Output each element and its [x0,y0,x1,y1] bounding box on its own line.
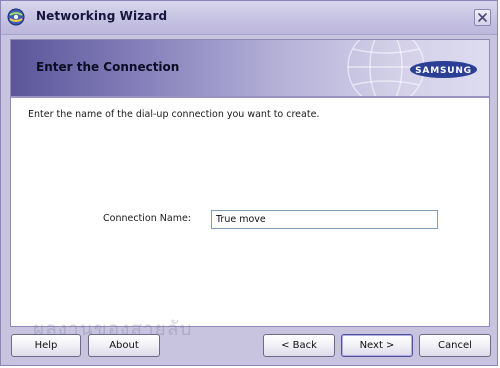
cancel-button[interactable]: Cancel [419,334,491,357]
back-button[interactable]: < Back [263,334,335,357]
about-button[interactable]: About [88,334,160,357]
close-button[interactable] [474,9,491,26]
networking-wizard-window: Networking Wizard Enter the Connection S… [0,0,498,366]
connection-name-label: Connection Name: [103,213,192,224]
next-button[interactable]: Next > [341,334,413,357]
networking-wizard-app-icon [7,8,25,26]
svg-text:SAMSUNG: SAMSUNG [415,66,472,76]
wizard-page: Enter the Connection SAMSUNG Enter the n… [10,39,490,327]
samsung-logo: SAMSUNG [410,61,477,78]
wizard-header-banner: Enter the Connection SAMSUNG [11,40,489,96]
page-title: Enter the Connection [36,60,180,74]
header-divider [11,96,489,98]
close-icon [478,13,487,22]
instruction-text: Enter the name of the dial-up connection… [28,109,320,120]
title-bar[interactable]: Networking Wizard [1,1,497,35]
help-button[interactable]: Help [11,334,81,357]
connection-name-input[interactable] [211,210,438,229]
window-title: Networking Wizard [36,9,168,23]
